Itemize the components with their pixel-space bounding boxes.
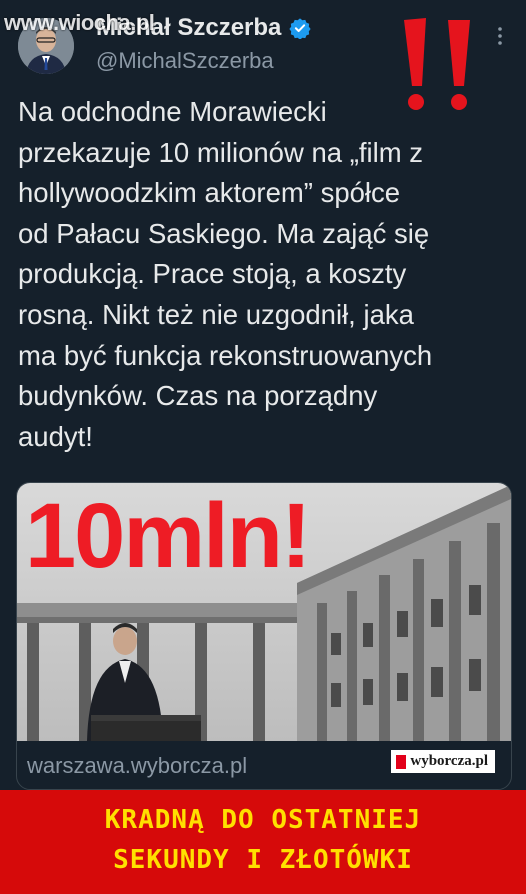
banner-line-2: SEKUNDY I ZŁOTÓWKI — [113, 845, 413, 875]
banner-line-1: KRADNĄ DO OSTATNIEJ — [104, 805, 422, 835]
author-handle[interactable]: @MichalSzczerba — [96, 48, 274, 74]
tweet-header: Michał Szczerba www.wiocha.pl @MichalSzc… — [0, 0, 526, 110]
caption-banner: KRADNĄ DO OSTATNIEJ SEKUNDY I ZŁOTÓWKI — [0, 790, 526, 894]
tweet-text: Na odchodne Morawiecki przekazuje 10 mil… — [18, 96, 433, 452]
card-domain[interactable]: warszawa.wyborcza.pl — [27, 753, 247, 779]
wyborcza-logo-icon — [396, 754, 407, 769]
link-card[interactable]: 10mln! wyborcza.pl warszawa.wyborcza.pl — [16, 482, 512, 790]
card-headline: 10mln! — [25, 485, 312, 587]
more-vertical-icon[interactable] — [490, 24, 510, 48]
source-logo: wyborcza.pl — [391, 750, 495, 773]
verified-badge-icon — [289, 18, 312, 39]
site-watermark: www.wiocha.pl — [4, 10, 155, 35]
source-logo-text: wyborcza.pl — [410, 753, 488, 769]
